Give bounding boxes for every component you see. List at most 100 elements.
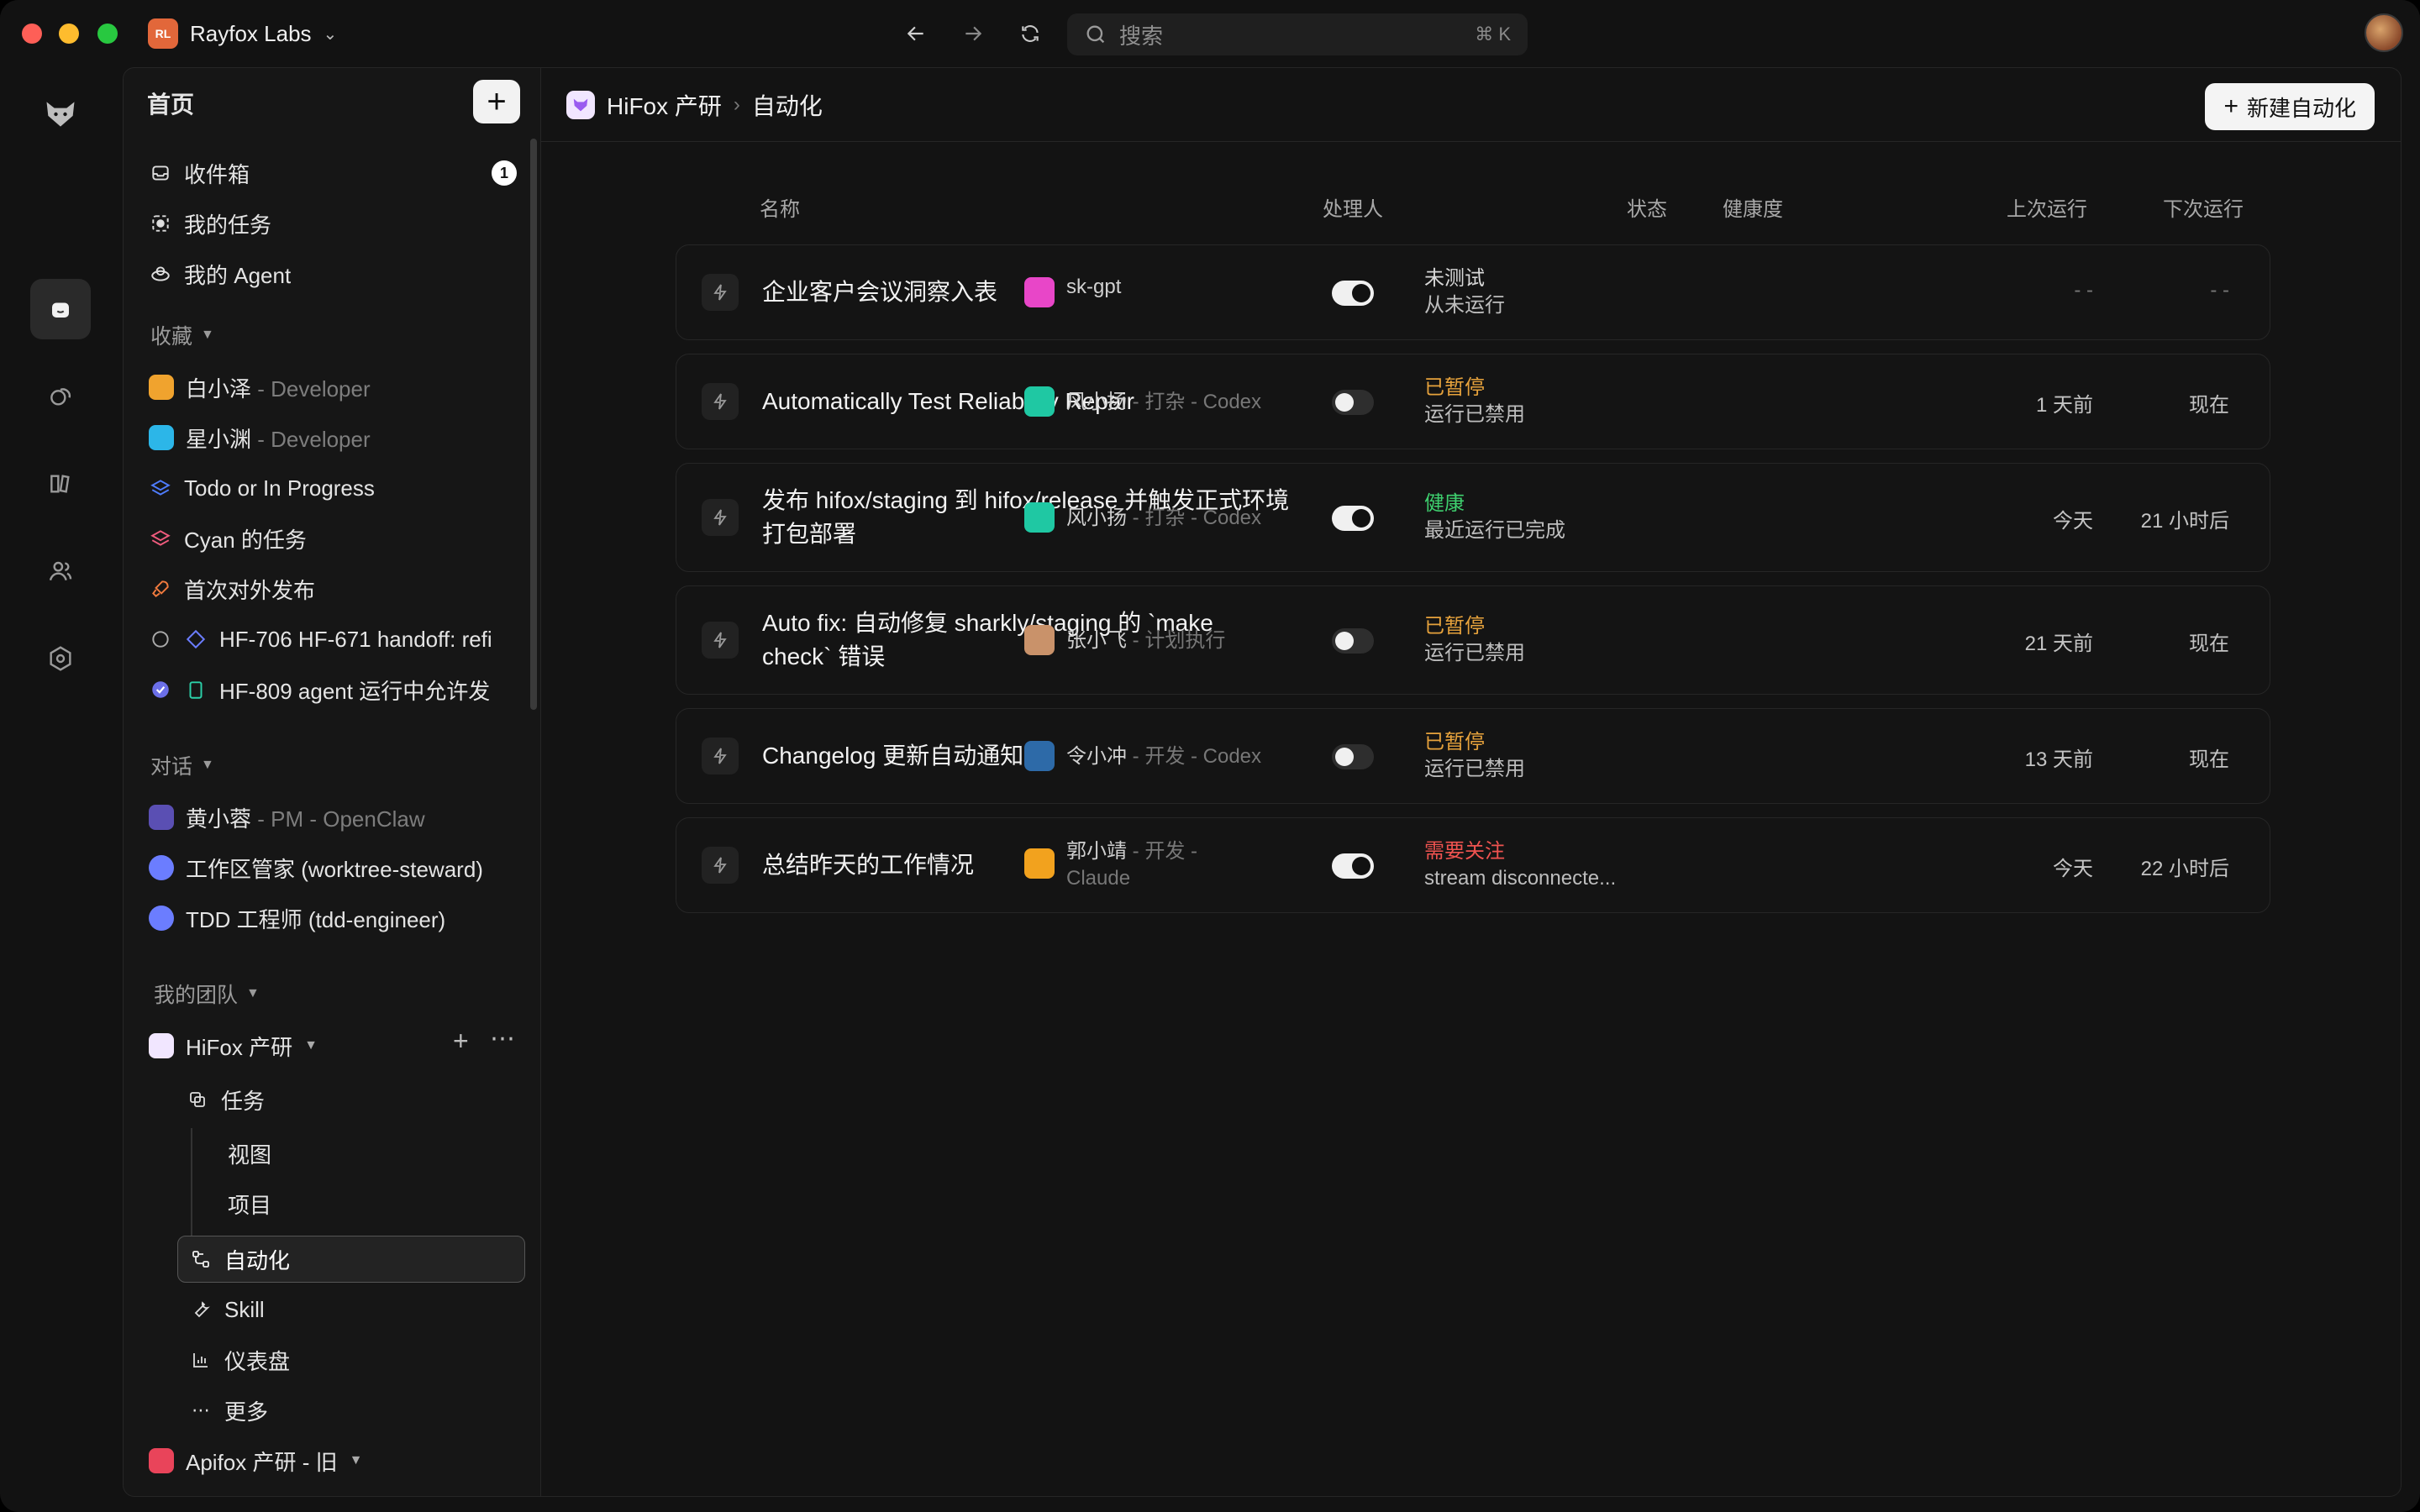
automation-health: 未测试 从未运行 [1424, 265, 1676, 319]
user-avatar[interactable] [2365, 13, 2403, 52]
team-nav-label: 仪表盘 [224, 1348, 291, 1374]
new-automation-button[interactable]: + 新建自动化 [2205, 83, 2375, 130]
column-header-name[interactable]: 名称 [760, 192, 800, 222]
wrench-icon [189, 1298, 213, 1321]
workspace-switcher[interactable]: RL Rayfox Labs ⌄ [148, 17, 337, 50]
column-header-last-run[interactable]: 上次运行 [2007, 192, 2087, 222]
health-detail: 运行已禁用 [1424, 758, 1525, 780]
breadcrumb-team[interactable]: HiFox 产研 [607, 88, 722, 122]
automation-row[interactable]: 总结昨天的工作情况 郭小靖 - 开发 - Claude 需要关注 stream d… [676, 817, 2270, 913]
team-logo [566, 91, 595, 119]
sidebar-item-favorite[interactable]: Cyan 的任务 [149, 517, 307, 560]
assignee-role: - 计划执行 [1127, 629, 1226, 652]
clipboard-icon [184, 678, 208, 701]
rail-settings[interactable] [30, 628, 91, 689]
automation-toggle[interactable] [1332, 281, 1374, 306]
inbox-count-badge: 1 [492, 160, 517, 186]
close-window-button[interactable] [22, 24, 42, 44]
caret-down-icon: ▼ [246, 986, 260, 1000]
column-header-next-run[interactable]: 下次运行 [2163, 192, 2244, 222]
forward-button[interactable] [956, 17, 990, 50]
favorite-label: HF-809 agent 运行中允许发 [219, 678, 491, 704]
automation-row[interactable]: Auto fix: 自动修复 sharkly/staging 的 `make c… [676, 585, 2270, 695]
search-bar[interactable]: 搜索 ⌘ K [1067, 13, 1528, 55]
teams-section-header[interactable]: 我的团队 ▼ [154, 979, 260, 1009]
sidebar-item-chat[interactable]: 工作区管家 (worktree-steward) [149, 846, 483, 890]
sidebar-item-chat[interactable]: TDD 工程师 (tdd-engineer) [149, 896, 445, 940]
sidebar-item-inbox[interactable]: 收件箱 [149, 151, 518, 195]
team-nav-projects[interactable]: 项目 [228, 1182, 271, 1226]
sidebar-item-favorite[interactable]: 首次对外发布 [149, 567, 315, 611]
sidebar-item-favorite[interactable]: 白小泽 - Developer [149, 365, 371, 409]
automation-row[interactable]: Automatically Test Reliability Repair 风小… [676, 354, 2270, 449]
back-button[interactable] [899, 17, 933, 50]
automation-assignee: sk-gpt [1024, 276, 1121, 307]
automation-row[interactable]: Changelog 更新自动通知 令小冲 - 开发 - Codex 已暂停 运行… [676, 708, 2270, 804]
team-header-apifox[interactable]: Apifox 产研 - 旧 ▼ [149, 1439, 362, 1483]
sidebar-item-chat[interactable]: 黄小蓉 - PM - OpenClaw [149, 795, 425, 839]
next-run: 22 小时后 [2140, 858, 2229, 880]
last-run: 今天 [2053, 510, 2093, 533]
favorites-section-header[interactable]: 收藏 ▼ [150, 320, 214, 350]
maximize-window-button[interactable] [97, 24, 118, 44]
chat-label: TDD 工程师 (tdd-engineer) [186, 906, 446, 932]
assignee-name: 风小扬 [1066, 391, 1127, 413]
automation-row[interactable]: 发布 hifox/staging 到 hifox/release 并触发正式环境… [676, 463, 2270, 572]
automation-toggle[interactable] [1332, 628, 1374, 654]
rail-library[interactable] [30, 454, 91, 514]
column-header-status[interactable]: 状态 [1627, 192, 1667, 222]
column-header-assignee[interactable]: 处理人 [1323, 192, 1383, 222]
sidebar-item-my-agent[interactable]: 我的 Agent [149, 252, 291, 296]
rail-members[interactable] [30, 541, 91, 601]
bolt-icon [702, 738, 739, 774]
automation-toggle[interactable] [1332, 506, 1374, 531]
automation-toggle[interactable] [1332, 744, 1374, 769]
sidebar-item-favorite[interactable]: HF-809 agent 运行中允许发 [149, 668, 535, 711]
chats-section-header[interactable]: 对话 ▼ [150, 750, 214, 780]
team-nav-views[interactable]: 视图 [228, 1131, 271, 1175]
team-logo [149, 1033, 174, 1058]
sidebar-item-label: 我的 Agent [184, 262, 292, 288]
app-rail [22, 67, 106, 1495]
refresh-button[interactable] [1013, 17, 1047, 50]
sidebar-item-my-tasks[interactable]: 我的任务 [149, 202, 271, 245]
favorite-label: Cyan 的任务 [184, 527, 307, 553]
team-header[interactable]: HiFox 产研 ▼ [149, 1024, 401, 1068]
sidebar-item-favorite[interactable]: Todo or In Progress [149, 466, 375, 510]
team-nav-skill[interactable]: Skill [189, 1288, 265, 1331]
team-more-icon[interactable]: ⋯ [490, 1024, 515, 1053]
rail-chats[interactable] [30, 366, 91, 427]
team-nav-label: 任务 [221, 1088, 266, 1114]
rail-home[interactable] [30, 279, 91, 339]
automation-toggle[interactable] [1332, 390, 1374, 415]
agent-avatar [149, 906, 174, 931]
favorite-role: - Developer [251, 375, 371, 402]
caret-down-icon: ▼ [304, 1038, 318, 1053]
app-logo[interactable] [30, 84, 91, 144]
new-automation-label: 新建自动化 [2246, 95, 2356, 121]
assignee-name: 张小飞 [1066, 629, 1127, 652]
favorite-label: 首次对外发布 [184, 577, 316, 603]
chat-label: 黄小蓉 [186, 806, 252, 832]
sidebar-item-favorite[interactable]: HF-706 HF-671 handoff: refi [149, 617, 535, 661]
next-run: - - [2210, 279, 2229, 302]
agent-avatar [149, 805, 174, 830]
caret-down-icon: ▼ [349, 1453, 363, 1467]
team-nav-automation[interactable]: 自动化 [189, 1237, 290, 1281]
column-header-health[interactable]: 健康度 [1723, 192, 1783, 222]
health-detail: 最近运行已完成 [1424, 519, 1565, 542]
team-nav-tasks[interactable]: 任务 [186, 1078, 265, 1121]
sidebar-item-favorite[interactable]: 星小渊 - Developer [149, 416, 371, 459]
health-status: 未测试 [1424, 267, 1485, 290]
automation-row[interactable]: 企业客户会议洞察入表 sk-gpt 未测试 从未运行 - - - - [676, 244, 2270, 340]
team-nav-dashboard[interactable]: 仪表盘 [189, 1338, 290, 1382]
tasks-icon [149, 212, 172, 235]
automation-toggle[interactable] [1332, 853, 1374, 879]
create-button[interactable]: + [473, 80, 520, 123]
team-add-icon[interactable]: + [453, 1026, 469, 1057]
minimize-window-button[interactable] [59, 24, 79, 44]
health-status: 已暂停 [1424, 731, 1485, 753]
assignee-name: 郭小靖 [1066, 840, 1127, 863]
team-nav-more[interactable]: ⋯ 更多 [189, 1389, 268, 1432]
health-detail: 从未运行 [1424, 294, 1505, 317]
